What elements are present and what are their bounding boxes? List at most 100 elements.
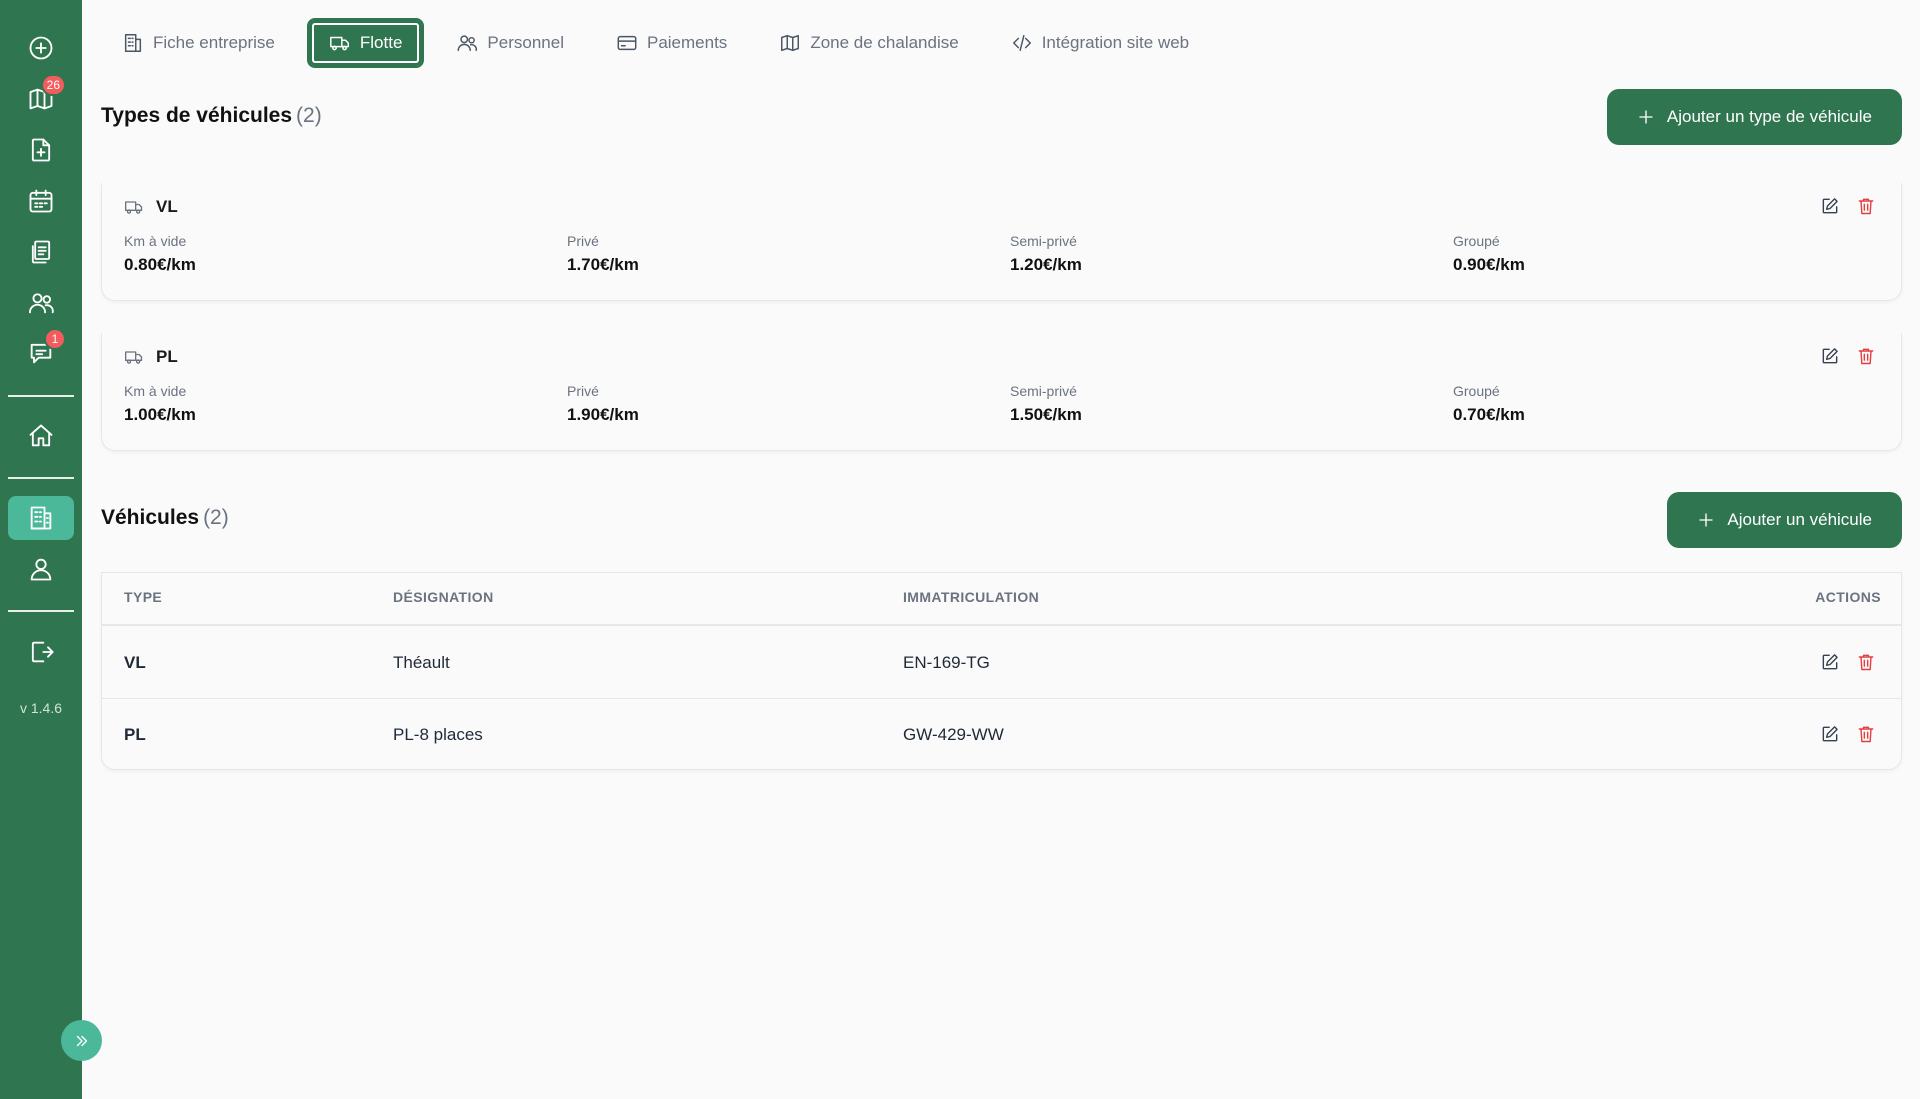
rate-empty: Km à vide 1.00€/km	[124, 383, 196, 425]
chevrons-right-icon	[76, 1035, 87, 1046]
expand-sidebar-button[interactable]	[61, 1020, 102, 1061]
rate-value: 0.70€/km	[1453, 405, 1525, 424]
edit-button[interactable]	[1819, 345, 1841, 367]
vehicle-type-header: VL	[124, 197, 178, 217]
rate-value: 0.80€/km	[124, 255, 196, 274]
rate-label: Privé	[567, 233, 599, 249]
tab-label: Intégration site web	[1041, 33, 1190, 52]
rate-value: 0.90€/km	[1453, 255, 1525, 274]
add-circle-icon[interactable]	[20, 27, 62, 69]
rate-label: Km à vide	[124, 233, 187, 249]
section-title-text: Types de véhicules	[101, 104, 293, 127]
truck-icon	[125, 201, 143, 214]
users-icon[interactable]	[20, 282, 62, 324]
button-label: Ajouter un véhicule	[1727, 510, 1872, 529]
rate-value: 1.20€/km	[1010, 255, 1082, 274]
button-label: Ajouter un type de véhicule	[1666, 107, 1872, 126]
credit-card-icon	[617, 35, 637, 51]
trash-icon	[1858, 348, 1874, 365]
column-header-designation: DÉSIGNATION	[393, 589, 494, 605]
edit-icon	[1822, 348, 1838, 364]
trash-icon	[1858, 654, 1874, 671]
delete-button[interactable]	[1855, 651, 1877, 673]
add-vehicle-button[interactable]: Ajouter un véhicule	[1667, 492, 1902, 548]
documents-icon[interactable]	[20, 231, 62, 273]
tab-zone-de-chalandise[interactable]: Zone de chalandise	[759, 18, 978, 68]
vehicle-type-name: VL	[156, 197, 178, 216]
tab-fiche-entreprise[interactable]: Fiche entreprise	[102, 18, 295, 68]
tab-label: Zone de chalandise	[810, 33, 959, 52]
tab-label: Paiements	[646, 33, 728, 52]
truck-icon	[125, 351, 143, 364]
rate-grouped: Groupé 0.70€/km	[1453, 383, 1525, 425]
rate-semi-private: Semi-privé 1.50€/km	[1010, 383, 1082, 425]
building-icon	[124, 34, 142, 52]
app-version: v 1.4.6	[19, 700, 63, 716]
edit-button[interactable]	[1819, 195, 1841, 217]
rate-label: Semi-privé	[1010, 383, 1077, 399]
plus-icon	[1639, 110, 1653, 124]
vehicle-type-card: PL Km à vide 1.00€/km Privé 1.90€/km Semi-…	[101, 333, 1902, 451]
delete-button[interactable]	[1855, 345, 1877, 367]
notification-badge: 1	[44, 328, 66, 350]
rate-label: Km à vide	[124, 383, 187, 399]
sidebar-divider	[8, 395, 74, 397]
rate-label: Groupé	[1453, 233, 1500, 249]
tab-flotte[interactable]: Flotte	[306, 18, 425, 68]
calendar-icon[interactable]	[20, 180, 62, 222]
add-vehicle-type-button[interactable]: Ajouter un type de véhicule	[1606, 89, 1902, 145]
logout-icon[interactable]	[20, 631, 62, 673]
tab-label: Fiche entreprise	[153, 33, 275, 52]
column-header-actions: ACTIONS	[1815, 589, 1881, 605]
vehicle-types-title: Types de véhicules (2)	[101, 104, 322, 128]
edit-icon	[1822, 654, 1838, 670]
sidebar: 26 1 v 1.4.6	[0, 0, 82, 1099]
rate-private: Privé 1.90€/km	[567, 383, 639, 425]
vehicle-type-header: PL	[124, 347, 178, 367]
rate-label: Semi-privé	[1010, 233, 1077, 249]
column-header-plate: IMMATRICULATION	[903, 589, 1040, 605]
chat-icon[interactable]: 1	[20, 328, 66, 374]
sidebar-divider	[8, 610, 74, 612]
user-icon[interactable]	[20, 548, 62, 590]
building-icon[interactable]	[8, 496, 74, 540]
table-row: PL PL-8 places GW-429-WW	[102, 699, 1901, 771]
tab-personnel[interactable]: Personnel	[436, 18, 584, 68]
plus-icon	[1699, 513, 1714, 527]
delete-button[interactable]	[1855, 195, 1877, 217]
section-title-text: Véhicules	[101, 506, 200, 529]
edit-button[interactable]	[1819, 723, 1841, 745]
new-document-icon[interactable]	[20, 129, 62, 171]
cell-plate: GW-429-WW	[903, 725, 1004, 744]
rate-value: 1.90€/km	[567, 405, 639, 424]
vehicles-table: TYPE DÉSIGNATION IMMATRICULATION ACTIONS…	[101, 572, 1902, 770]
edit-icon	[1822, 198, 1838, 214]
vehicles-title: Véhicules (2)	[101, 506, 229, 530]
edit-button[interactable]	[1819, 651, 1841, 673]
delete-button[interactable]	[1855, 723, 1877, 745]
tab-paiements[interactable]: Paiements	[596, 18, 747, 68]
tab-integration-site-web[interactable]: Intégration site web	[991, 18, 1209, 68]
truck-icon	[329, 36, 349, 51]
sidebar-divider	[8, 477, 74, 479]
cell-type: PL	[124, 725, 146, 744]
edit-icon	[1822, 726, 1838, 742]
table-header: TYPE DÉSIGNATION IMMATRICULATION ACTIONS	[102, 573, 1901, 626]
users-icon	[457, 35, 478, 52]
column-header-type: TYPE	[124, 589, 163, 605]
tab-bar: Fiche entreprise Flotte Personnel Paieme…	[102, 18, 1221, 68]
tab-label: Personnel	[487, 33, 564, 52]
row-actions	[1819, 723, 1877, 745]
rate-label: Groupé	[1453, 383, 1500, 399]
map-icon[interactable]: 26	[20, 74, 66, 120]
trash-icon	[1858, 198, 1874, 215]
rate-value: 1.00€/km	[124, 405, 196, 424]
home-icon[interactable]	[20, 415, 62, 457]
rate-value: 1.50€/km	[1010, 405, 1082, 424]
rate-private: Privé 1.70€/km	[567, 233, 639, 275]
tab-label: Flotte	[359, 33, 403, 52]
cell-designation: Théault	[393, 653, 450, 672]
cell-plate: EN-169-TG	[903, 653, 990, 672]
rate-empty: Km à vide 0.80€/km	[124, 233, 196, 275]
notification-badge: 26	[40, 74, 66, 96]
